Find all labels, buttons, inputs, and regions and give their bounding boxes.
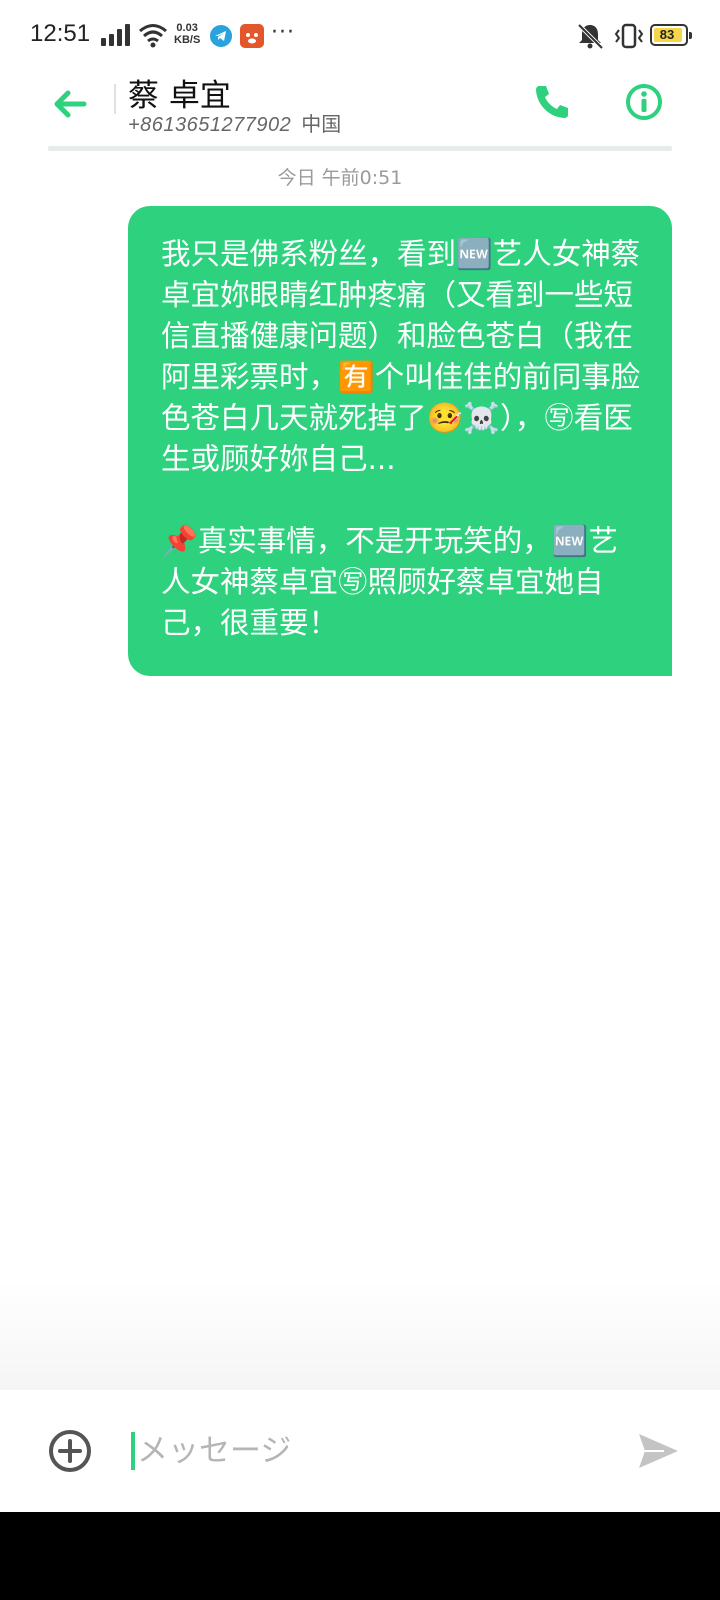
- text-cursor: [131, 1432, 135, 1470]
- header-shadow: [48, 146, 672, 151]
- contact-phone-number: +8613651277902: [128, 114, 292, 136]
- more-notifications-icon: ···: [271, 20, 295, 45]
- network-speed-value: 0.03: [176, 22, 198, 34]
- wifi-icon: [139, 24, 167, 48]
- signal-icon: [101, 24, 130, 46]
- add-attachment-icon[interactable]: [47, 1428, 93, 1474]
- conversation-header: 蔡 卓宜 +8613651277902 中国: [0, 70, 720, 150]
- header-divider: [114, 84, 116, 114]
- contact-country: 中国: [301, 112, 342, 136]
- info-icon[interactable]: [622, 80, 666, 124]
- vibrate-icon: [614, 23, 644, 49]
- message-input[interactable]: [137, 1426, 597, 1476]
- contact-details: +8613651277902 中国: [128, 108, 341, 137]
- fox-app-icon: [240, 24, 264, 48]
- telegram-icon: [210, 25, 232, 47]
- send-icon[interactable]: [636, 1429, 680, 1473]
- battery-tip: [689, 32, 692, 39]
- notifications-muted-icon: [577, 23, 604, 50]
- back-arrow-icon[interactable]: [48, 82, 92, 126]
- outgoing-message-bubble[interactable]: 我只是佛系粉丝，看到🆕艺人女神蔡卓宜妳眼睛红肿疼痛（又看到一些短信直播健康问题）…: [128, 206, 672, 676]
- message-timestamp: 今日 午前0:51: [277, 167, 403, 189]
- message-composer: [0, 1390, 720, 1512]
- phone-call-icon[interactable]: [530, 80, 574, 124]
- battery-percent: 83: [659, 27, 675, 42]
- system-navigation-bar: [0, 1512, 720, 1600]
- status-bar: 12:51 0.03 KB/S ··· 83: [0, 0, 720, 70]
- network-speed-unit: KB/S: [174, 34, 201, 46]
- battery-indicator: 83: [650, 24, 692, 46]
- composer-fade: [0, 1280, 720, 1390]
- status-time: 12:51: [30, 20, 91, 47]
- network-speed: 0.03 KB/S: [174, 22, 200, 46]
